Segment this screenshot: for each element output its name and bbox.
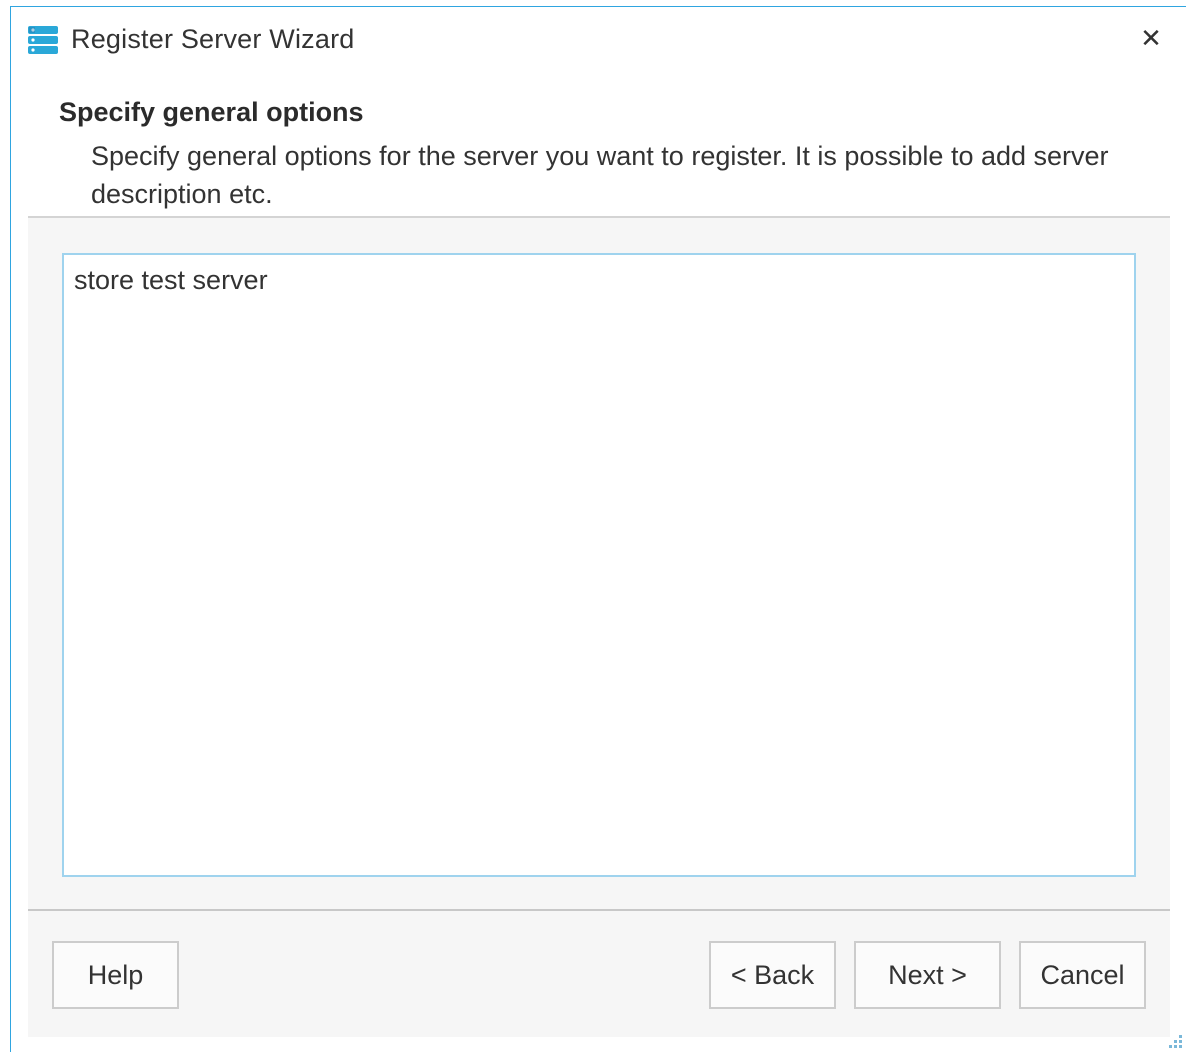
step-description: Specify general options for the server y…: [91, 141, 1109, 209]
next-button[interactable]: Next >: [854, 941, 1001, 1009]
help-button[interactable]: Help: [52, 941, 179, 1009]
resize-grip-icon[interactable]: [1168, 1034, 1182, 1048]
register-server-wizard-window: Register Server Wizard ✕ Specify general…: [10, 6, 1186, 1052]
button-bar: Help < Back Next > Cancel: [28, 911, 1170, 1037]
close-button[interactable]: ✕: [1134, 21, 1168, 55]
cancel-button[interactable]: Cancel: [1019, 941, 1146, 1009]
content-area: store test server: [28, 218, 1170, 911]
wizard-header: Specify general options Specify general …: [11, 73, 1186, 217]
back-button[interactable]: < Back: [709, 941, 836, 1009]
server-description-memo[interactable]: store test server: [62, 253, 1136, 877]
window-title: Register Server Wizard: [71, 24, 355, 54]
server-stack-icon: [27, 25, 59, 55]
step-title: Specify general options: [59, 97, 364, 127]
title-bar[interactable]: Register Server Wizard ✕: [11, 7, 1186, 73]
